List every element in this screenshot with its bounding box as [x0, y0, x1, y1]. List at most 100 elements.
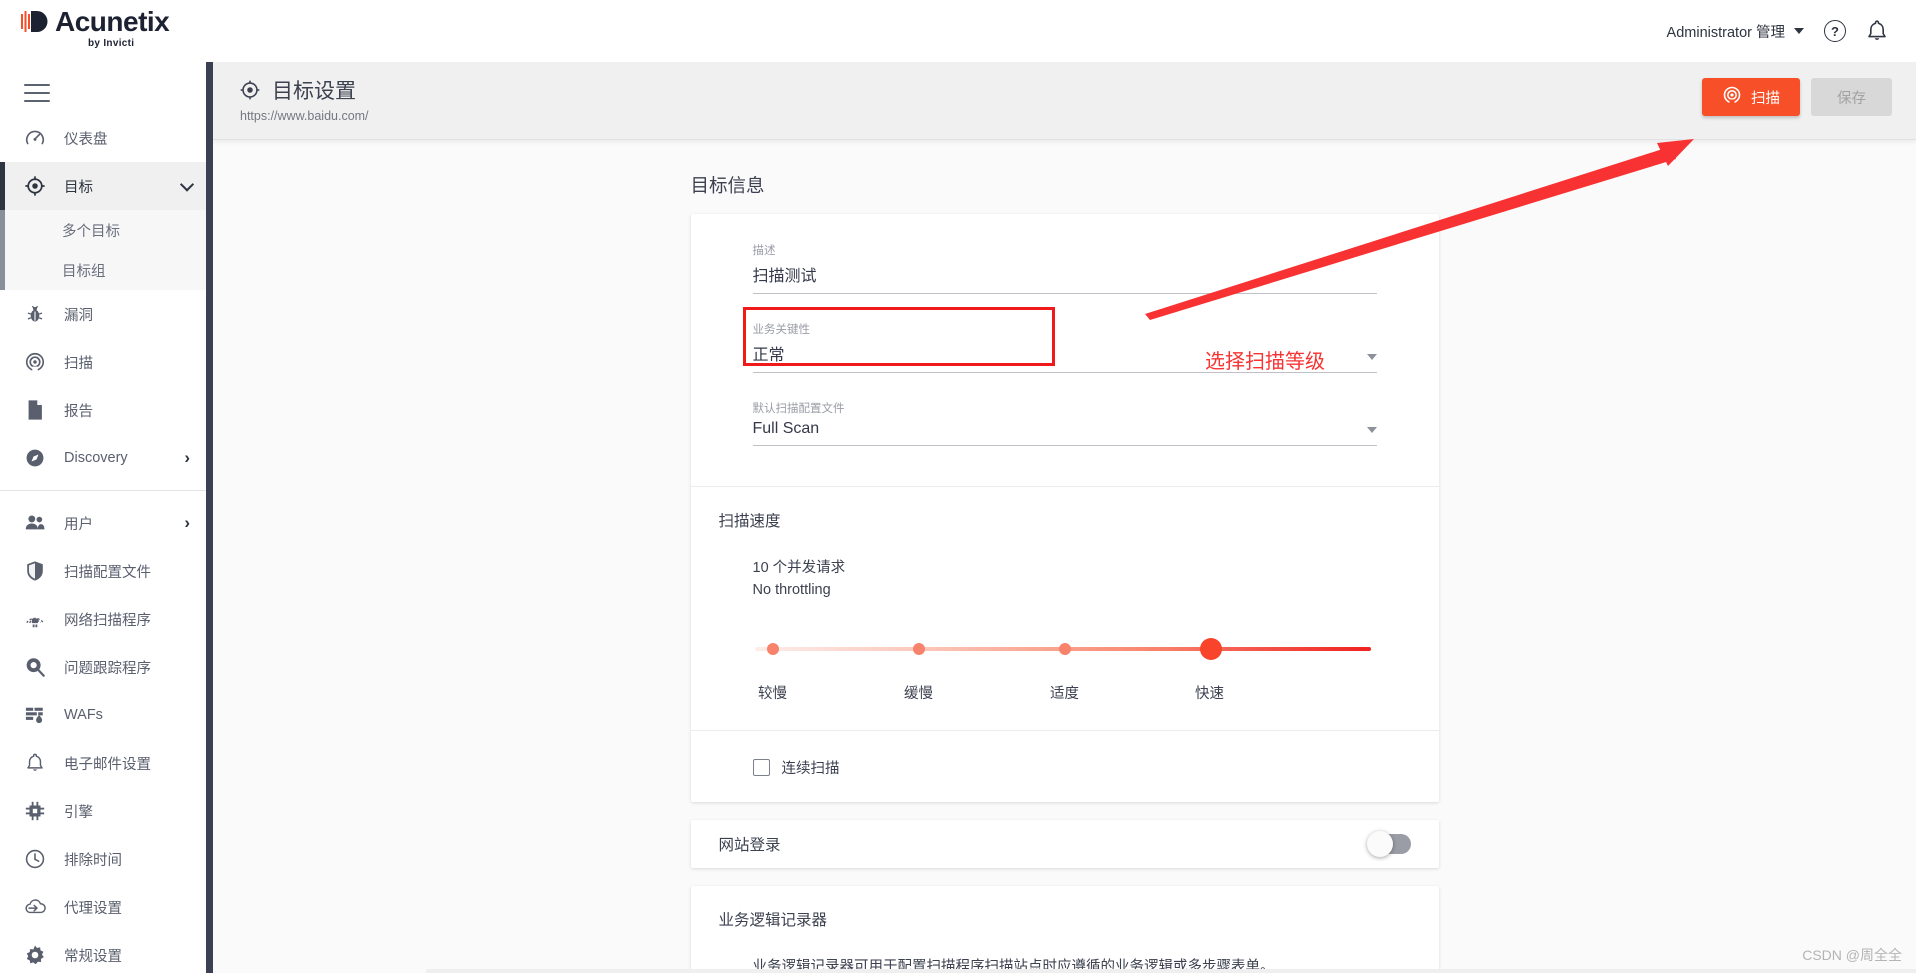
chevron-right-icon[interactable]: › [184, 513, 190, 533]
sidebar-item-label: 用户 [64, 516, 93, 533]
business-logic-title: 业务逻辑记录器 [718, 911, 828, 929]
admin-account-menu[interactable]: Administrator 管理 [1667, 21, 1804, 42]
chevron-down-icon[interactable] [1366, 427, 1377, 433]
field-label: 业务关键性 [752, 324, 811, 336]
sidebar-item-label: 扫描配置文件 [64, 564, 151, 581]
sidebar-item-label: 漏洞 [64, 307, 93, 324]
site-login-toggle[interactable] [1366, 830, 1411, 857]
sidebar-item-scan-profiles[interactable]: 扫描配置文件 [0, 547, 212, 595]
throttling-text: No throttling [752, 582, 831, 599]
slider-stop-1[interactable] [912, 642, 925, 655]
scan-speed-title: 扫描速度 [718, 513, 781, 530]
main-content-area: 目标设置 https://www.baidu.com/ 扫描 保存 目标信息 描… [213, 62, 1916, 973]
continuous-scan-checkbox[interactable] [752, 758, 770, 776]
field-description: 描述 扫描测试 [752, 242, 1377, 294]
slider-stop-0[interactable] [766, 642, 779, 655]
brand-tagline: by Invicti [88, 38, 135, 49]
concurrent-requests-text: 10 个并发请求 [752, 560, 846, 576]
compass-icon [22, 445, 48, 471]
chevron-down-icon [1794, 28, 1804, 34]
chevron-down-icon[interactable] [1366, 354, 1377, 360]
shield-icon [22, 558, 48, 584]
sidebar-item-issue-trackers[interactable]: 问题跟踪程序 [0, 643, 212, 691]
scan-button-label: 扫描 [1751, 90, 1780, 107]
sidebar-item-label: 扫描 [64, 355, 93, 372]
sidebar-item-label: 电子邮件设置 [64, 756, 151, 773]
clock-icon [22, 846, 48, 872]
scan-radar-icon [1722, 85, 1742, 109]
slider-label-0: 较慢 [758, 685, 787, 702]
slider-label-1: 缓慢 [904, 685, 933, 702]
notifications-bell-icon[interactable] [1866, 19, 1888, 43]
bug-icon [22, 301, 48, 327]
horizontal-scrollbar[interactable] [426, 969, 1916, 973]
sidebar-item-label: 常规设置 [64, 948, 122, 965]
target-fields-segment: 描述 扫描测试 业务关键性 正常 默认扫描配置文件 Full Scan [691, 214, 1439, 486]
watermark: CSDN @周全全 [1802, 947, 1902, 963]
sidebar-item-reports[interactable]: 报告 [0, 386, 212, 434]
scan-radar-icon [22, 349, 48, 375]
scan-speed-slider[interactable] [753, 636, 1377, 670]
sidebar-subitem-label: 目标组 [62, 263, 106, 280]
sidebar-item-network-scanners[interactable]: 网络扫描程序 [0, 595, 212, 643]
field-label: 描述 [752, 245, 776, 257]
field-label: 默认扫描配置文件 [752, 403, 845, 415]
issue-tracker-icon [22, 654, 48, 680]
target-crosshair-icon [239, 79, 261, 101]
scan-button[interactable]: 扫描 [1702, 78, 1800, 116]
field-business-criticality: 业务关键性 正常 [742, 307, 1377, 373]
sidebar-subitem-target-groups[interactable]: 目标组 [0, 250, 212, 290]
section-title-target-info: 目标信息 [690, 175, 765, 196]
sidebar-subitem-label: 多个目标 [62, 223, 120, 240]
sidebar-item-label: WAFs [64, 707, 103, 723]
sidebar-item-general-settings[interactable]: 常规设置 [0, 931, 212, 973]
sidebar-item-engines[interactable]: 引擎 [0, 787, 212, 835]
gear-icon [22, 942, 48, 968]
sidebar-item-dashboard[interactable]: 仪表盘 [0, 114, 212, 162]
description-input[interactable]: 扫描测试 [752, 262, 1377, 294]
sidebar-item-wafs[interactable]: WAFs [0, 691, 212, 739]
slider-label-2: 适度 [1050, 685, 1079, 702]
slider-label-3: 快速 [1195, 685, 1224, 702]
sidebar-item-email-settings[interactable]: 电子邮件设置 [0, 739, 212, 787]
hamburger-icon[interactable] [24, 84, 50, 102]
top-bar-actions: Administrator 管理 ? [1667, 0, 1888, 62]
chevron-down-icon[interactable] [179, 177, 195, 192]
sidebar-item-targets[interactable]: 目标 [0, 162, 212, 210]
sidebar-item-label: 仪表盘 [64, 131, 108, 148]
sidebar-subitem-multiple-targets[interactable]: 多个目标 [0, 210, 212, 250]
save-button[interactable]: 保存 [1811, 78, 1892, 116]
sidebar-item-label: 问题跟踪程序 [64, 660, 151, 677]
chevron-right-icon[interactable]: › [184, 448, 190, 468]
slider-stop-3-selected[interactable] [1199, 637, 1222, 660]
sidebar-item-agent-settings[interactable]: 代理设置 [0, 883, 212, 931]
admin-account-label: Administrator 管理 [1666, 24, 1785, 41]
sidebar-subnav-targets: 多个目标 目标组 [0, 210, 212, 290]
target-info-card: 描述 扫描测试 业务关键性 正常 默认扫描配置文件 Full Scan 扫描速度… [690, 214, 1439, 802]
slider-stop-2[interactable] [1058, 642, 1071, 655]
sidebar-divider [0, 490, 212, 491]
scan-speed-segment: 扫描速度 10 个并发请求 No throttling 较慢 缓慢 适度 快速 [691, 487, 1439, 730]
sidebar-item-discovery[interactable]: Discovery › [0, 434, 212, 482]
target-crosshair-icon [22, 173, 48, 199]
business-logic-recorder-card: 业务逻辑记录器 业务逻辑记录器可用于配置扫描程序扫描站点时应遵循的业务逻辑或多步… [690, 885, 1439, 973]
left-sidebar: 仪表盘 目标 多个目标 目标组 漏洞 扫描 报告 Discovery › 用户 … [0, 62, 212, 973]
page-subtitle-url: https://www.baidu.com/ [240, 109, 369, 123]
business-criticality-select[interactable]: 正常 [752, 341, 1377, 373]
default-scan-profile-select[interactable]: Full Scan [752, 420, 1377, 446]
help-icon[interactable]: ? [1824, 20, 1846, 42]
top-bar: Acunetix by Invicti Administrator 管理 ? [0, 0, 1916, 62]
document-icon [22, 397, 48, 423]
sidebar-item-excluded-hours[interactable]: 排除时间 [0, 835, 212, 883]
cloud-agent-icon [22, 894, 48, 920]
page-header: 目标设置 https://www.baidu.com/ 扫描 保存 [213, 62, 1916, 140]
continuous-scan-segment: 连续扫描 [691, 731, 1439, 802]
brand-name: Acunetix [55, 6, 170, 37]
brand-logo[interactable]: Acunetix by Invicti [20, 6, 170, 49]
acunetix-app-window: Acunetix by Invicti Administrator 管理 ? 仪… [0, 0, 1916, 973]
settings-scroll-region: 目标信息 描述 扫描测试 业务关键性 正常 默认扫描配置文件 Full Scan… [213, 140, 1916, 973]
sidebar-item-scans[interactable]: 扫描 [0, 338, 212, 386]
sidebar-item-vulnerabilities[interactable]: 漏洞 [0, 290, 212, 338]
sidebar-item-users[interactable]: 用户 › [0, 499, 212, 547]
page-title: 目标设置 [272, 80, 356, 103]
